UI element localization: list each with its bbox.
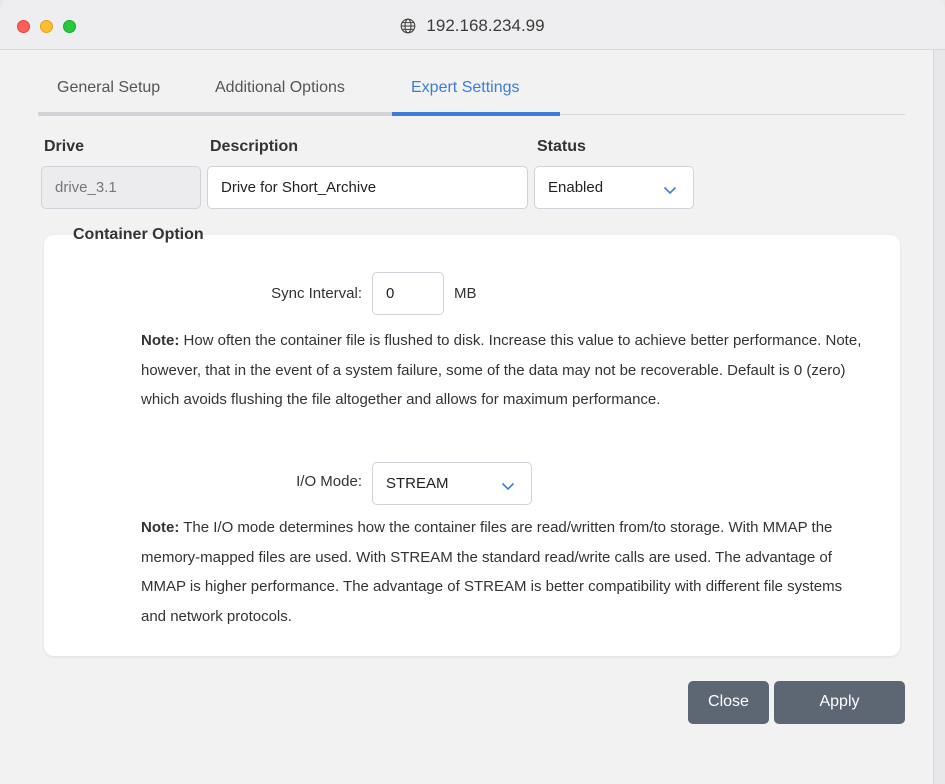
window-edge <box>933 50 945 784</box>
sync-interval-label: Sync Interval: <box>271 285 362 302</box>
description-label: Description <box>210 138 299 155</box>
chevron-down-icon <box>663 182 677 199</box>
sync-interval-input[interactable]: 0 <box>372 272 444 315</box>
drive-field: drive_3.1 <box>41 166 201 209</box>
io-note-text: The I/O mode determines how the containe… <box>141 519 843 625</box>
browser-window: 192.168.234.99 General Setup Additional … <box>0 0 945 784</box>
status-label: Status <box>537 138 586 155</box>
drive-label: Drive <box>44 138 85 155</box>
container-option-legend: Container Option <box>73 226 204 243</box>
io-mode-select-value: STREAM <box>386 475 449 492</box>
close-button[interactable]: Close <box>688 681 769 724</box>
apply-button[interactable]: Apply <box>774 681 905 724</box>
globe-icon <box>400 18 416 39</box>
window-title: 192.168.234.99 <box>0 16 945 39</box>
window-title-text: 192.168.234.99 <box>426 16 545 35</box>
io-mode-label: I/O Mode: <box>296 473 362 490</box>
io-mode-note: Note: The I/O mode determines how the co… <box>141 513 871 631</box>
tab-bar: General Setup Additional Options Expert … <box>38 77 905 116</box>
status-select-value: Enabled <box>548 179 604 196</box>
status-select[interactable]: Enabled <box>534 166 694 209</box>
io-mode-select[interactable]: STREAM <box>372 462 532 505</box>
sync-note-prefix: Note: <box>141 332 180 349</box>
title-bar: 192.168.234.99 <box>0 0 945 50</box>
io-note-prefix: Note: <box>141 519 180 536</box>
tab-general-setup[interactable]: General Setup <box>57 77 160 116</box>
chevron-down-icon <box>501 478 515 495</box>
tab-expert-settings[interactable]: Expert Settings <box>411 77 520 116</box>
sync-interval-unit: MB <box>454 285 477 302</box>
sync-interval-note: Note: How often the container file is fl… <box>141 326 871 415</box>
description-field[interactable]: Drive for Short_Archive <box>207 166 528 209</box>
tab-additional-options[interactable]: Additional Options <box>215 77 345 116</box>
sync-note-text: How often the container file is flushed … <box>141 332 862 408</box>
